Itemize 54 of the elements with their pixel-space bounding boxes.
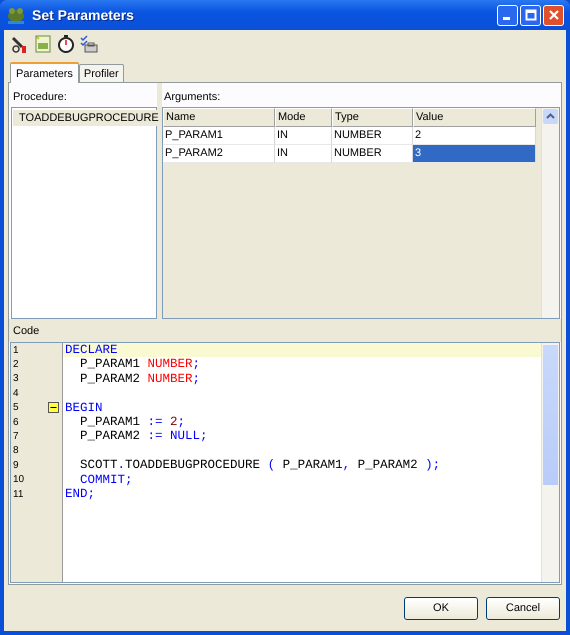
code-line: COMMIT; — [79, 472, 133, 487]
column-header[interactable]: Mode — [275, 108, 332, 127]
close-button[interactable] — [543, 4, 564, 26]
column-header[interactable]: Value — [413, 108, 536, 127]
minimize-button[interactable] — [497, 4, 518, 26]
code-label: Code — [12, 324, 40, 339]
maximize-icon — [524, 9, 536, 21]
table-cell[interactable]: 3 — [413, 145, 536, 163]
table-cell: P_PARAM1 — [163, 127, 275, 145]
line-number: 7 — [13, 431, 19, 442]
cancel-button[interactable]: Cancel — [486, 596, 560, 620]
code-line: SCOTT.TOADDEBUGPROCEDURE ( P_PARAM1, P_PARAM2 ); — [79, 458, 440, 472]
code-line: BEGIN — [65, 400, 103, 415]
line-number: 8 — [13, 445, 19, 456]
table-cell: NUMBER — [332, 145, 413, 163]
line-number: 5 — [13, 402, 19, 414]
minimize-icon — [503, 17, 510, 20]
ok-button[interactable]: OK — [404, 596, 478, 620]
code-line: P_PARAM2 NUMBER; — [79, 372, 200, 386]
line-number: 4 — [13, 388, 19, 399]
tab[interactable]: Profiler — [78, 64, 124, 82]
window-title: Set Parameters — [32, 7, 135, 23]
checklist-icon[interactable] — [79, 34, 99, 54]
arguments-label: Arguments: — [163, 90, 222, 105]
scrollbar[interactable] — [541, 108, 559, 318]
procedure-label: Procedure: — [12, 90, 68, 105]
close-icon — [548, 9, 560, 21]
line-number: 10 — [13, 474, 24, 486]
maximize-button[interactable] — [520, 4, 541, 26]
line-number: 9 — [13, 460, 19, 471]
line-number: 2 — [13, 359, 19, 370]
table-cell[interactable]: 2 — [413, 127, 536, 145]
line-number: 3 — [13, 373, 19, 384]
frog-icon — [6, 5, 26, 25]
table-cell: P_PARAM2 — [163, 145, 275, 163]
line-number: 1 — [13, 344, 19, 356]
table-cell: IN — [275, 127, 332, 145]
column-header[interactable]: Name — [163, 108, 275, 127]
code-line: DECLARE — [65, 343, 118, 357]
collapse-icon[interactable] — [48, 402, 59, 414]
line-number: 11 — [13, 488, 24, 500]
column-header[interactable]: Type — [332, 108, 413, 127]
code-line: P_PARAM2 := NULL; — [79, 429, 208, 444]
code-line: P_PARAM1 := 2; — [79, 414, 186, 429]
scroll-up-icon[interactable] — [543, 109, 558, 124]
line-number: 6 — [13, 416, 19, 428]
table-cell: NUMBER — [332, 127, 413, 145]
code-line: P_PARAM1 NUMBER; — [79, 357, 200, 372]
stopwatch-icon[interactable] — [56, 34, 76, 54]
scrollbar[interactable] — [541, 343, 559, 582]
table-cell: IN — [275, 145, 332, 163]
code-editor[interactable]: 1 DECLARE 2 P_PARAM1 NUMBER; 3 P_PARAM2 NUMBER; 4 5 BEGIN 6 P_PARAM1 := 2; 7 P_PARAM2 := NULL; 8 9 SCOTT.TOADDEBUGPROCEDURE ( P_PARAM1, P_PARAM2 ); 10 COMMIT; 11 END; — [10, 342, 560, 583]
code-line: END; — [65, 486, 96, 501]
tab[interactable]: Parameters — [10, 62, 79, 83]
